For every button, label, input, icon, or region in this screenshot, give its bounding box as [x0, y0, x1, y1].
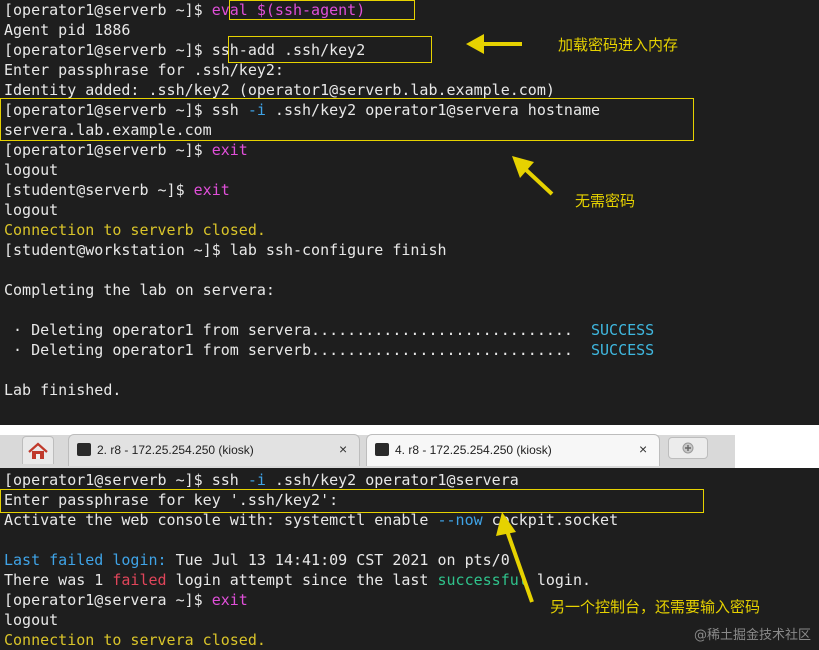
terminal-text-yellow: Connection to serverb closed. — [4, 221, 266, 239]
terminal-text: Enter passphrase for .ssh/key2: — [4, 61, 284, 79]
terminal-line: Enter passphrase for .ssh/key2: — [4, 60, 284, 80]
terminal-text: logout — [4, 611, 59, 629]
terminal-text: logout — [4, 161, 59, 179]
terminal-line: Connection to servera closed. — [4, 630, 266, 650]
terminal-text-blue: -i — [247, 471, 266, 489]
terminal-text: [student@workstation ~]$ lab ssh-configu… — [4, 241, 447, 259]
home-button[interactable] — [22, 436, 54, 464]
terminal-text: [operator1@servera ~]$ — [4, 591, 212, 609]
terminal-line: [operator1@serverb ~]$ exit — [4, 140, 248, 160]
tab-label: 4. r8 - 172.25.254.250 (kiosk) — [395, 443, 552, 457]
terminal-icon — [77, 443, 91, 456]
terminal-line: · Deleting operator1 from servera.......… — [4, 320, 654, 340]
terminal-text: [student@serverb ~]$ — [4, 181, 194, 199]
terminal-line: logout — [4, 610, 58, 630]
terminal-text: Activate the web console with: systemctl… — [4, 511, 438, 529]
terminal-line: logout — [4, 200, 58, 220]
terminal-line: [student@workstation ~]$ lab ssh-configu… — [4, 240, 447, 260]
terminal-text-cyan: SUCCESS — [591, 321, 655, 339]
home-icon — [28, 442, 48, 459]
tab-session-4[interactable]: 4. r8 - 172.25.254.250 (kiosk) × — [366, 434, 660, 466]
terminal-text-pink: exit — [193, 181, 230, 199]
tab-session-2[interactable]: 2. r8 - 172.25.254.250 (kiosk) × — [68, 434, 360, 466]
terminal-text: [operator1@serverb ~]$ — [4, 1, 212, 19]
terminal-text: Completing the lab on servera: — [4, 281, 275, 299]
terminal-top[interactable]: [operator1@serverb ~]$ eval $(ssh-agent)… — [0, 0, 819, 425]
terminal-text: Agent pid 1886 — [4, 21, 131, 39]
arrow-to-hostname-icon — [512, 156, 554, 196]
highlight-enter-passphrase — [0, 489, 704, 513]
terminal-text-yellow: Connection to servera closed. — [4, 631, 266, 649]
terminal-text-red: failed — [112, 571, 167, 589]
close-icon[interactable]: × — [639, 441, 647, 457]
terminal-text: Tue Jul 13 14:41:09 CST 2021 on pts/0 — [166, 551, 510, 569]
terminal-line: Agent pid 1886 — [4, 20, 130, 40]
arrow-to-passphrase-icon — [496, 512, 534, 603]
terminal-line: logout — [4, 160, 58, 180]
close-icon[interactable]: × — [339, 441, 347, 457]
terminal-line: Connection to serverb closed. — [4, 220, 266, 240]
highlight-ssh-hostname — [0, 98, 694, 141]
terminal-text: [operator1@serverb ~]$ ssh — [4, 471, 248, 489]
terminal-text-blue: Last failed login: — [4, 551, 167, 569]
terminal-text: [operator1@serverb ~]$ — [4, 141, 212, 159]
terminal-line: [operator1@serverb ~]$ ssh -i .ssh/key2 … — [4, 470, 519, 490]
terminal-line: · Deleting operator1 from serverb.......… — [4, 340, 654, 360]
terminal-text-pink: exit — [211, 141, 248, 159]
terminal-text: .ssh/key2 operator1@servera — [265, 471, 519, 489]
terminal-line: Identity added: .ssh/key2 (operator1@ser… — [4, 80, 555, 100]
terminal-line: [operator1@servera ~]$ exit — [4, 590, 248, 610]
note-no-password: 无需密码 — [575, 192, 636, 210]
tab-label: 2. r8 - 172.25.254.250 (kiosk) — [97, 443, 254, 457]
terminal-line: Last failed login: Tue Jul 13 14:41:09 C… — [4, 550, 510, 570]
watermark: @稀土掘金技术社区 — [693, 628, 811, 643]
highlight-eval-ssh-agent — [229, 0, 415, 20]
terminal-text: Identity added: .ssh/key2 (operator1@ser… — [4, 81, 555, 99]
arrow-to-ssh-add-icon — [466, 34, 522, 54]
note-other-console: 另一个控制台，还需要输入密码 — [550, 598, 761, 616]
terminal-text-blue: --now — [437, 511, 483, 529]
terminal-text: There was 1 — [4, 571, 113, 589]
terminal-icon — [375, 443, 389, 456]
note-load-key: 加载密码进入内存 — [558, 36, 679, 54]
terminal-text-cyan: SUCCESS — [591, 341, 655, 359]
terminal-line: Lab finished. — [4, 380, 121, 400]
terminal-text: logout — [4, 201, 59, 219]
terminal-text: Lab finished. — [4, 381, 122, 399]
terminal-text: · Deleting operator1 from serverb.......… — [4, 341, 591, 359]
terminal-text: · Deleting operator1 from servera.......… — [4, 321, 591, 339]
terminal-line: [student@serverb ~]$ exit — [4, 180, 230, 200]
new-tab-icon — [682, 442, 694, 454]
terminal-text-pink: exit — [211, 591, 248, 609]
new-tab-button[interactable] — [668, 437, 708, 459]
terminal-text: login attempt since the last — [166, 571, 438, 589]
highlight-ssh-add — [228, 36, 432, 63]
terminal-line: Completing the lab on servera: — [4, 280, 275, 300]
